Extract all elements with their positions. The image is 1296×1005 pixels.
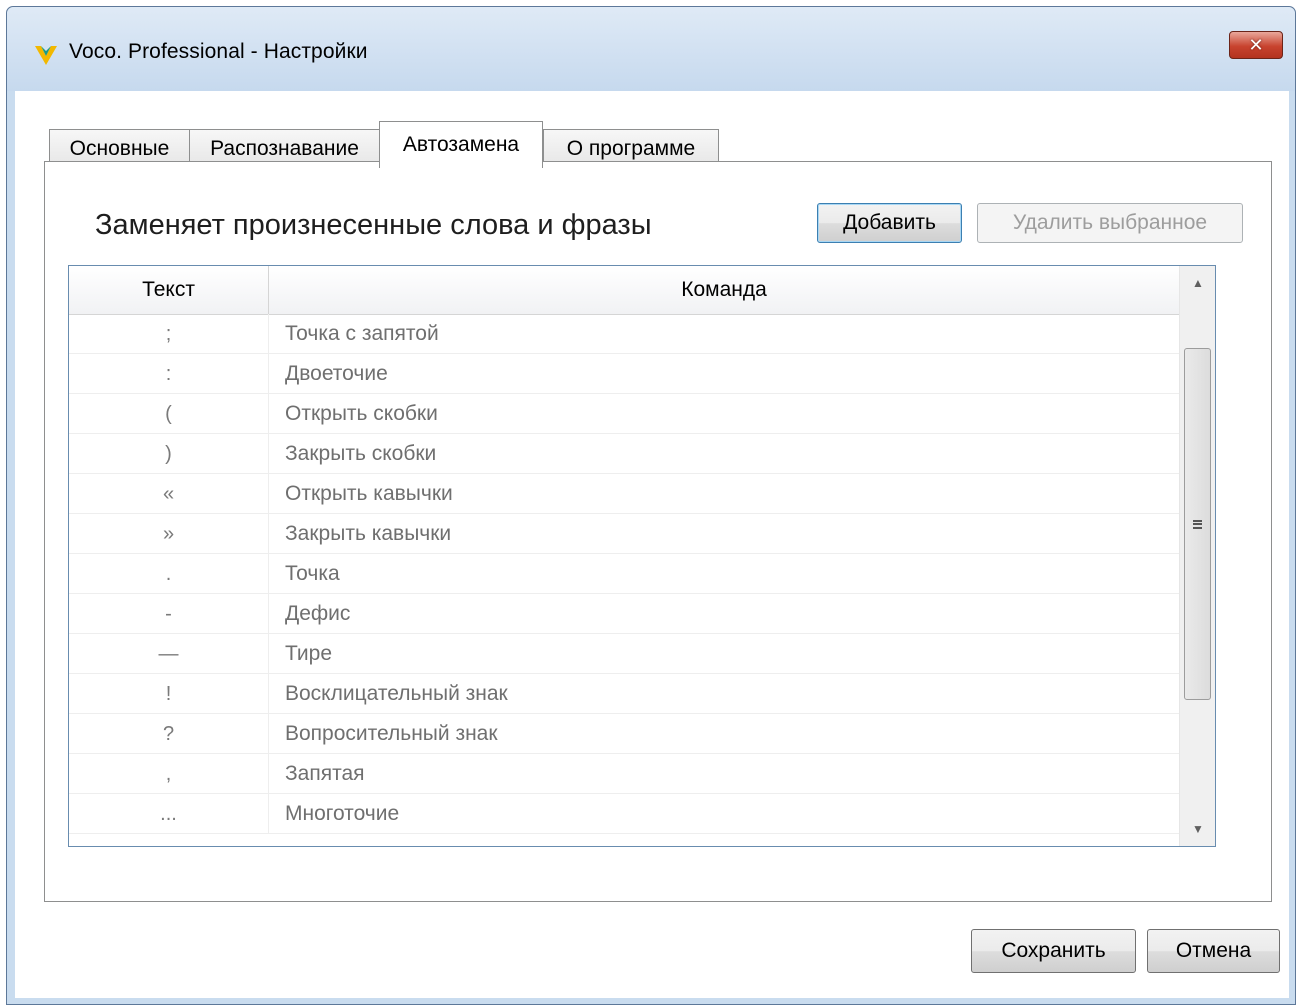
title-bar[interactable]: Voco. Professional - Настройки ✕ bbox=[7, 7, 1295, 91]
cell-text: , bbox=[69, 754, 269, 794]
cell-command: Закрыть кавычки bbox=[285, 522, 452, 545]
window-client-area: Основные Распознавание Автозамена О прог… bbox=[15, 91, 1289, 998]
cancel-button[interactable]: Отмена bbox=[1147, 929, 1280, 973]
grip-icon bbox=[1193, 519, 1202, 529]
column-header-text[interactable]: Текст bbox=[69, 266, 269, 314]
cell-command: Закрыть скобки bbox=[285, 442, 437, 465]
table-row[interactable]: ; Точка с запятой bbox=[69, 314, 1179, 354]
column-header-command[interactable]: Команда bbox=[269, 266, 1179, 314]
table-row[interactable]: : Двоеточие bbox=[69, 354, 1179, 394]
close-button[interactable]: ✕ bbox=[1229, 31, 1283, 59]
cell-text: ? bbox=[69, 714, 269, 754]
replacement-table[interactable]: Текст Команда ; Точка с запятой: Двоеточие… bbox=[68, 265, 1216, 847]
cell-command: Запятая bbox=[285, 762, 365, 785]
cell-text: « bbox=[69, 474, 269, 514]
delete-selected-button[interactable]: Удалить выбранное bbox=[977, 203, 1243, 243]
tab-about-label: О программе bbox=[566, 136, 696, 160]
window-title: Voco. Professional - Настройки bbox=[69, 40, 368, 63]
cell-text: ) bbox=[69, 434, 269, 474]
cell-command: Многоточие bbox=[285, 802, 400, 825]
table-row[interactable]: — Тире bbox=[69, 634, 1179, 674]
scroll-down-arrow-icon[interactable]: ▼ bbox=[1180, 812, 1215, 846]
cell-command: Дефис bbox=[285, 602, 351, 625]
cell-text: ! bbox=[69, 674, 269, 714]
table-row[interactable]: , Запятая bbox=[69, 754, 1179, 794]
cell-text: ... bbox=[69, 794, 269, 834]
delete-selected-button-label: Удалить выбранное bbox=[1012, 211, 1208, 234]
table-row[interactable]: ! Восклицательный знак bbox=[69, 674, 1179, 714]
table-row[interactable]: . Точка bbox=[69, 554, 1179, 594]
add-button-label: Добавить bbox=[843, 211, 936, 234]
cell-command: Вопросительный знак bbox=[285, 722, 498, 745]
table-row[interactable]: ? Вопросительный знак bbox=[69, 714, 1179, 754]
table-row[interactable]: - Дефис bbox=[69, 594, 1179, 634]
close-icon: ✕ bbox=[1248, 34, 1264, 55]
cell-command: Восклицательный знак bbox=[285, 682, 508, 705]
scrollbar-thumb[interactable] bbox=[1184, 348, 1211, 700]
cell-command: Точка с запятой bbox=[285, 322, 439, 345]
table-row[interactable]: ( Открыть скобки bbox=[69, 394, 1179, 434]
vertical-scrollbar[interactable]: ▲ ▼ bbox=[1179, 266, 1215, 846]
cell-command: Открыть кавычки bbox=[285, 482, 453, 505]
cell-text: ; bbox=[69, 314, 269, 354]
table-row[interactable]: » Закрыть кавычки bbox=[69, 514, 1179, 554]
voco-v-icon bbox=[35, 46, 57, 65]
tab-autoreplace[interactable]: Автозамена bbox=[379, 121, 543, 168]
table-body: ; Точка с запятой: Двоеточие ( Открыть скобк… bbox=[69, 314, 1179, 834]
save-button[interactable]: Сохранить bbox=[971, 929, 1136, 973]
cancel-button-label: Отмена bbox=[1175, 939, 1252, 962]
table-row[interactable]: ... Многоточие bbox=[69, 794, 1179, 834]
scroll-up-arrow-icon[interactable]: ▲ bbox=[1180, 266, 1215, 300]
tab-autoreplace-label: Автозамена bbox=[402, 133, 520, 156]
table-row[interactable]: ) Закрыть скобки bbox=[69, 434, 1179, 474]
cell-command: Тире bbox=[285, 642, 332, 665]
cell-text: . bbox=[69, 554, 269, 594]
panel-heading: Заменяет произнесенные слова и фразы bbox=[95, 209, 652, 241]
cell-command: Открыть скобки bbox=[285, 402, 438, 425]
add-button[interactable]: Добавить bbox=[817, 203, 962, 243]
cell-text: — bbox=[69, 634, 269, 674]
table-header: Текст Команда bbox=[69, 266, 1179, 315]
settings-window: Voco. Professional - Настройки ✕ Основны… bbox=[6, 6, 1296, 1005]
tab-recognition-label: Распознавание bbox=[210, 136, 359, 160]
save-button-label: Сохранить bbox=[1001, 939, 1106, 962]
cell-text: - bbox=[69, 594, 269, 634]
table-row[interactable]: « Открыть кавычки bbox=[69, 474, 1179, 514]
cell-text: ( bbox=[69, 394, 269, 434]
cell-text: » bbox=[69, 514, 269, 554]
cell-command: Точка bbox=[285, 562, 340, 585]
tab-basic-label: Основные bbox=[69, 136, 170, 160]
cell-command: Двоеточие bbox=[285, 362, 388, 385]
cell-text: : bbox=[69, 354, 269, 394]
